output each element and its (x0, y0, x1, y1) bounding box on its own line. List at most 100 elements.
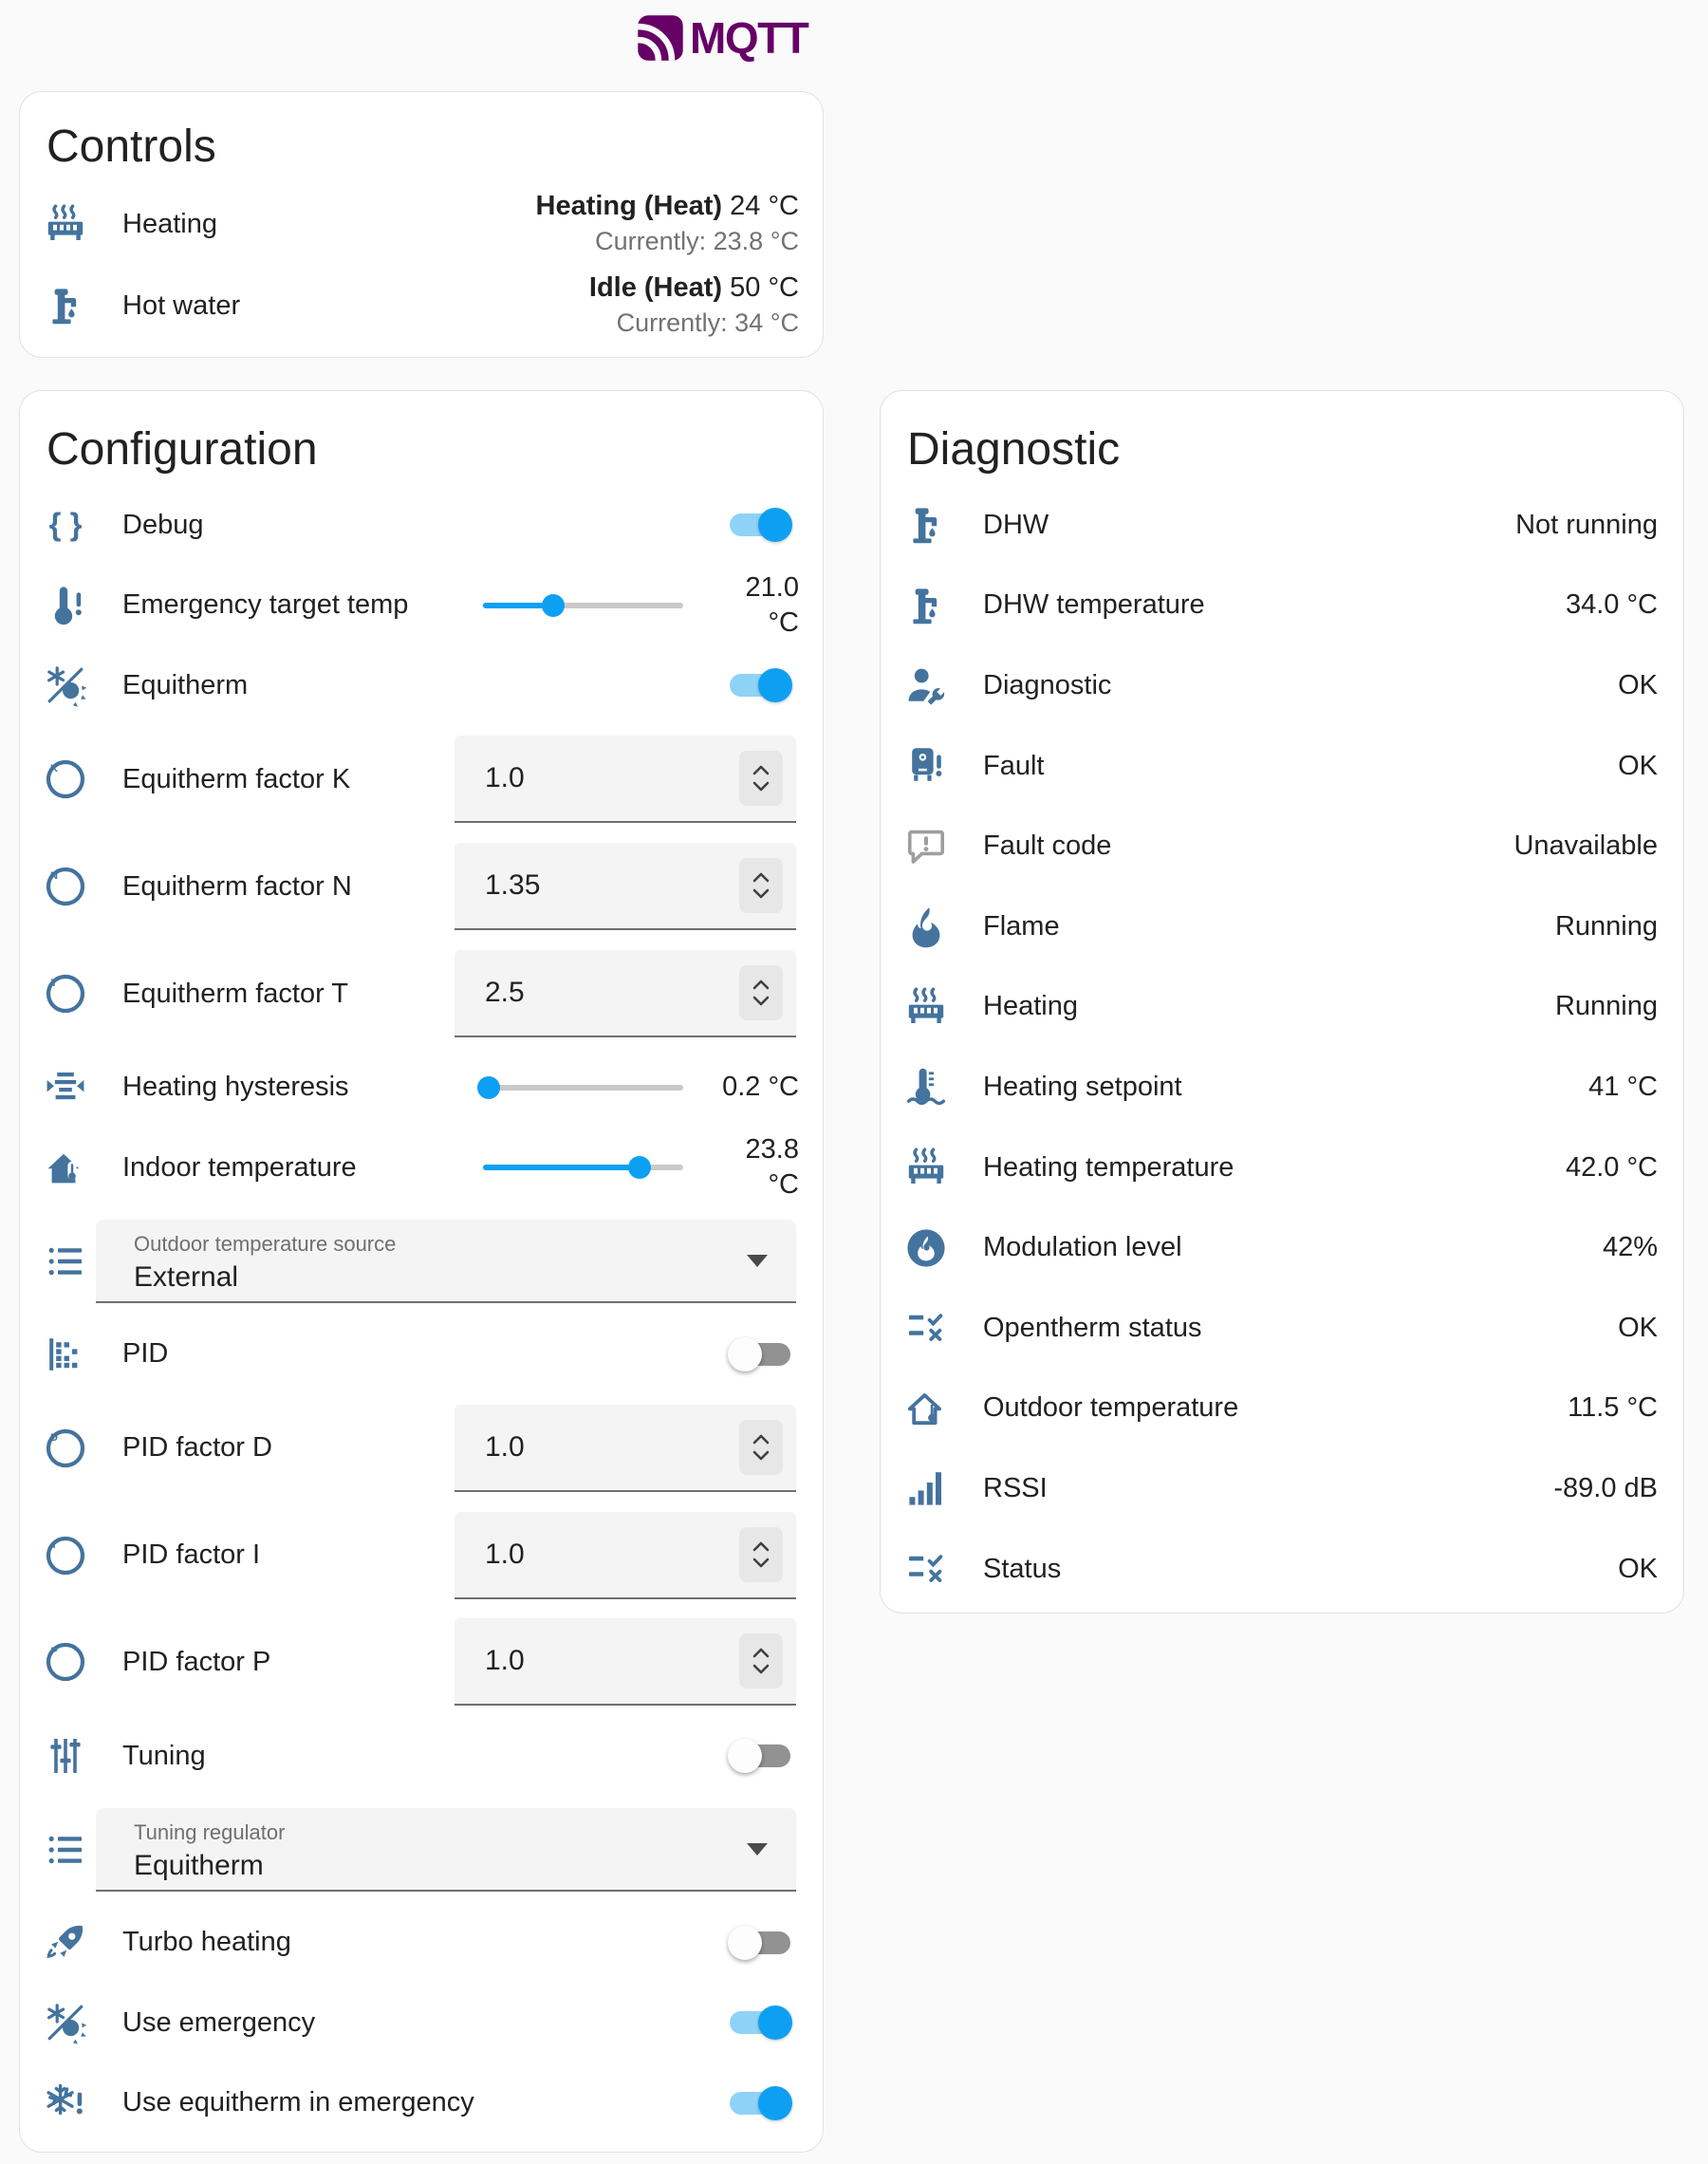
pid-factor-p-stepper[interactable] (739, 1633, 783, 1688)
equitherm-factor-k-stepper[interactable] (739, 751, 783, 806)
use-equitherm-in-emergency-toggle[interactable] (730, 2086, 790, 2120)
indoor-temperature-slider[interactable] (483, 1150, 683, 1185)
diag-value: Unavailable (1513, 830, 1658, 862)
diag-value: 41 °C (1588, 1072, 1658, 1103)
tune-vertical-icon (43, 1733, 88, 1779)
code-json-icon (43, 502, 88, 548)
diag-row-fault-code[interactable]: Fault code Unavailable (881, 806, 1683, 886)
pid-toggle[interactable] (730, 1337, 790, 1371)
controls-card: Controls Heating Heating (Heat) 24 °C Cu… (19, 91, 824, 358)
heating-hysteresis-label: Heating hysteresis (122, 1072, 483, 1103)
diag-row-outdoor-temperature[interactable]: Outdoor temperature 11.5 °C (881, 1369, 1683, 1449)
climate-hot-water-label: Hot water (122, 290, 589, 322)
equitherm-factor-n-input[interactable] (485, 869, 739, 902)
radiator-icon (43, 201, 88, 247)
equitherm-factor-n-field (455, 843, 796, 930)
emergency-target-temp-value: 21.0°C (693, 570, 799, 641)
signal-icon (903, 1465, 949, 1511)
pid-factor-p-label: PID factor P (122, 1647, 455, 1678)
diag-value: 34.0 °C (1566, 589, 1658, 621)
config-row-outdoor-temperature-source: Outdoor temperature source External (20, 1208, 823, 1315)
diag-row-heating-temperature[interactable]: Heating temperature 42.0 °C (881, 1128, 1683, 1208)
hysteresis-icon (43, 1065, 88, 1110)
diag-row-diagnostic[interactable]: Diagnostic OK (881, 645, 1683, 726)
diag-value: 11.5 °C (1568, 1392, 1658, 1424)
diag-label: Status (983, 1554, 1618, 1585)
diag-label: Diagnostic (983, 670, 1618, 701)
diag-row-dhw-temperature[interactable]: DHW temperature 34.0 °C (881, 566, 1683, 646)
pid-factor-p-field (455, 1618, 796, 1706)
climate-row-hot-water[interactable]: Hot water Idle (Heat) 50 °C Currently: 3… (20, 265, 823, 346)
sun-snowflake-icon (43, 662, 88, 708)
controls-title: Controls (20, 92, 823, 183)
diag-label: Modulation level (983, 1232, 1603, 1263)
diag-row-modulation-level[interactable]: Modulation level 42% (881, 1207, 1683, 1288)
account-wrench-icon (903, 662, 949, 708)
diag-label: Outdoor temperature (983, 1392, 1568, 1424)
climate-heating-label: Heating (122, 209, 536, 240)
use-emergency-label: Use emergency (122, 2007, 730, 2039)
mqtt-logo-icon (636, 13, 685, 63)
rocket-icon (43, 1920, 88, 1966)
pid-factor-p-input[interactable] (485, 1645, 739, 1677)
equitherm-factor-k-input[interactable] (485, 762, 739, 794)
indoor-temperature-value: 23.8°C (693, 1132, 799, 1203)
pid-factor-i-input[interactable] (485, 1539, 739, 1571)
equitherm-factor-k-label: Equitherm factor K (122, 764, 455, 795)
config-row-use-emergency: Use emergency (20, 1983, 823, 2063)
diag-value: Running (1555, 991, 1658, 1022)
climate-hot-water-state: Idle (Heat) 50 °C (589, 270, 799, 306)
diag-row-status[interactable]: Status OK (881, 1529, 1683, 1610)
diagnostic-card: Diagnostic DHW Not running DHW temperatu… (880, 390, 1684, 1614)
flame-icon (903, 904, 949, 949)
emergency-target-temp-slider[interactable] (483, 588, 683, 623)
outdoor-temperature-source-select[interactable]: Outdoor temperature source External (96, 1220, 796, 1303)
diag-value: OK (1618, 751, 1658, 782)
turbo-heating-toggle[interactable] (730, 1926, 790, 1960)
water-tap-icon (43, 283, 88, 328)
equitherm-toggle[interactable] (730, 668, 790, 702)
pid-factor-i-stepper[interactable] (739, 1527, 783, 1582)
diag-row-heating[interactable]: Heating Running (881, 967, 1683, 1048)
chart-icon (43, 1332, 88, 1377)
diag-value: OK (1618, 1554, 1658, 1585)
use-emergency-toggle[interactable] (730, 2005, 790, 2040)
tuning-regulator-select[interactable]: Tuning regulator Equitherm (96, 1808, 796, 1892)
pid-factor-d-stepper[interactable] (739, 1420, 783, 1475)
dropdown-caret-icon (747, 1843, 768, 1856)
slider-knob[interactable] (542, 594, 565, 617)
diag-label: Heating (983, 991, 1555, 1022)
list-status-icon (903, 1546, 949, 1592)
config-row-equitherm-factor-t: T Equitherm factor T (20, 941, 823, 1048)
diag-value: 42.0 °C (1566, 1152, 1658, 1184)
thermometer-alert-icon (43, 583, 88, 628)
config-row-pid: PID (20, 1315, 823, 1395)
diag-row-dhw[interactable]: DHW Not running (881, 485, 1683, 566)
list-bulleted-icon (43, 1827, 88, 1873)
svg-text:D: D (50, 1432, 58, 1444)
config-row-tuning-regulator: Tuning regulator Equitherm (20, 1797, 823, 1903)
outdoor-temperature-source-value: External (134, 1261, 730, 1294)
diag-row-flame[interactable]: Flame Running (881, 886, 1683, 967)
diag-label: Heating setpoint (983, 1072, 1588, 1103)
heating-hysteresis-slider[interactable] (483, 1071, 683, 1105)
debug-toggle[interactable] (730, 508, 790, 542)
diag-value: Not running (1515, 510, 1658, 541)
debug-label: Debug (122, 510, 730, 541)
equitherm-factor-n-stepper[interactable] (739, 858, 783, 913)
equitherm-factor-t-input[interactable] (485, 977, 739, 1009)
svg-text:T: T (51, 978, 58, 989)
emergency-target-temp-label: Emergency target temp (122, 589, 483, 621)
climate-row-heating[interactable]: Heating Heating (Heat) 24 °C Currently: … (20, 183, 823, 265)
tuning-toggle[interactable] (730, 1739, 790, 1773)
slider-knob[interactable] (477, 1076, 500, 1099)
diag-row-fault[interactable]: Fault OK (881, 726, 1683, 807)
diag-row-opentherm-status[interactable]: Opentherm status OK (881, 1288, 1683, 1369)
equitherm-factor-t-stepper[interactable] (739, 965, 783, 1020)
pid-factor-d-input[interactable] (485, 1431, 739, 1464)
diag-row-rssi[interactable]: RSSI -89.0 dB (881, 1448, 1683, 1529)
heating-hysteresis-value: 0.2 °C (693, 1070, 799, 1105)
slider-knob[interactable] (628, 1156, 651, 1179)
diag-value: 42% (1603, 1232, 1658, 1263)
diag-row-heating-setpoint[interactable]: Heating setpoint 41 °C (881, 1047, 1683, 1128)
